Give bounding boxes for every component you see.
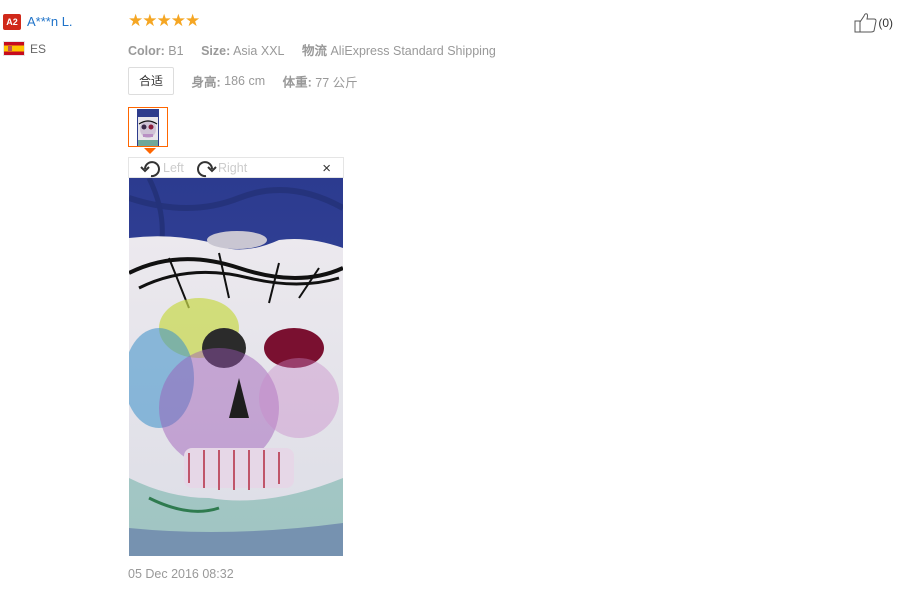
height-label: 身高:	[191, 75, 221, 90]
shipping-label: 物流	[301, 44, 327, 58]
helpful-count: (0)	[878, 16, 893, 30]
rotate-left-label: Left	[163, 161, 184, 176]
rotate-left-icon	[140, 160, 160, 177]
reviewer-info: A2 A***n L. ES	[3, 13, 123, 57]
color-value: B1	[168, 44, 184, 58]
viewer-toolbar: Left Right ×	[128, 157, 344, 178]
thumbnail-image	[137, 109, 159, 146]
review-date: 05 Dec 2016 08:32	[128, 567, 234, 581]
reviewer-name-link[interactable]: A***n L.	[27, 14, 73, 29]
thumbs-up-icon	[854, 13, 877, 33]
shipping-value: AliExpress Standard Shipping	[330, 44, 496, 58]
rotate-right-button[interactable]: Right	[195, 158, 247, 179]
product-attributes: Color: B1 Size: Asia XXL 物流 AliExpress S…	[128, 40, 828, 59]
size-value: Asia XXL	[233, 44, 285, 58]
height-value: 186 cm	[224, 74, 266, 88]
weight-label: 体重:	[282, 75, 312, 90]
fit-tag: 合适	[128, 67, 175, 95]
review-content: ★★★★★ Color: B1 Size: Asia XXL 物流 AliExp…	[128, 11, 828, 95]
country-code: ES	[30, 41, 47, 56]
review-photo-thumbnail[interactable]	[128, 107, 168, 147]
reviewer-row: A2 A***n L.	[3, 13, 123, 31]
fit-info: 合适 身高: 186 cm 体重: 77 公斤	[128, 67, 828, 95]
close-viewer-button[interactable]: ×	[322, 160, 331, 178]
thumbnail-pointer	[144, 148, 156, 154]
photo-viewer: Left Right ×	[128, 157, 344, 557]
review-photo	[129, 178, 343, 556]
rotate-right-icon	[197, 160, 217, 177]
size-label: Size:	[201, 44, 231, 58]
rotate-right-label: Right	[218, 161, 248, 176]
color-label: Color:	[128, 44, 165, 58]
reviewer-country: ES	[3, 41, 123, 57]
spain-flag-icon	[3, 41, 25, 57]
rotate-left-button[interactable]: Left	[140, 158, 184, 179]
weight-value: 77 公斤	[315, 75, 358, 90]
star-rating: ★★★★★	[128, 11, 200, 30]
level-badge: A2	[3, 13, 21, 30]
helpful-button[interactable]: (0)	[854, 13, 893, 33]
